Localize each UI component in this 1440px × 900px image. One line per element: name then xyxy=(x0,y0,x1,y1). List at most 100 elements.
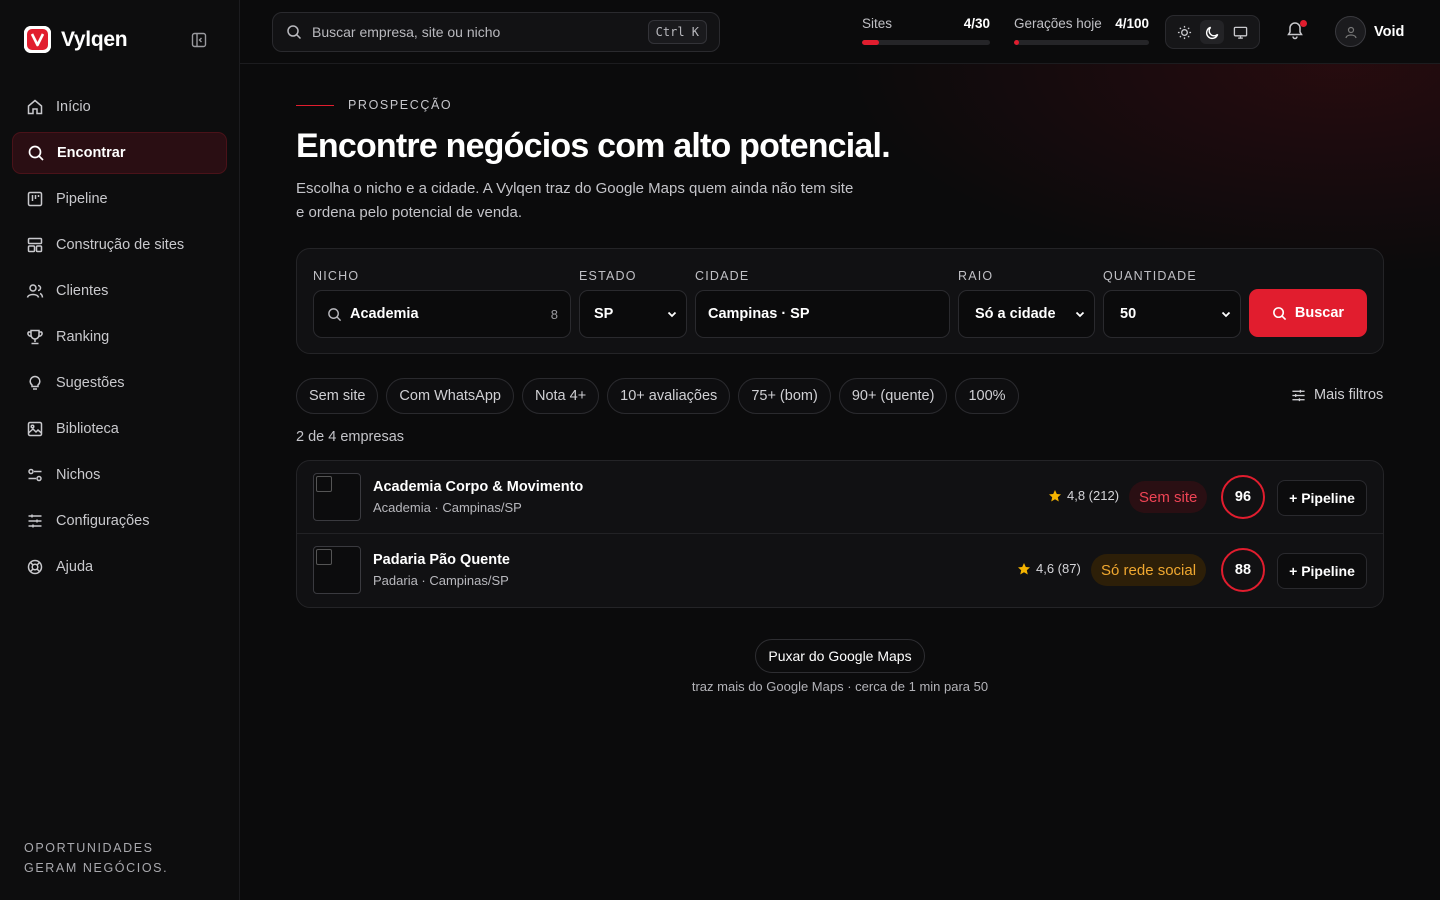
nicho-value: Academia xyxy=(350,306,419,322)
sidebar-item-label: Configurações xyxy=(56,513,150,529)
lightbulb-icon xyxy=(29,375,41,390)
cidade-label: CIDADE xyxy=(695,269,750,283)
sliders-icon xyxy=(28,468,42,482)
nicho-count: 8 xyxy=(550,306,558,322)
business-rating: 4,6 (87) xyxy=(1017,561,1081,576)
estado-select[interactable]: SP xyxy=(579,290,687,338)
sidebar-item-clientes[interactable]: Clientes xyxy=(12,270,227,312)
brand[interactable]: Vylqen xyxy=(24,26,128,53)
chevron-down-icon xyxy=(1075,311,1085,318)
sidebar-item-nichos[interactable]: Nichos xyxy=(12,454,227,496)
sidebar-item-ajuda[interactable]: Ajuda xyxy=(12,546,227,588)
business-name: Padaria Pão Quente xyxy=(373,552,510,568)
sidebar-item-label: Ranking xyxy=(56,329,110,345)
user-name: Void xyxy=(1374,23,1405,40)
avatar xyxy=(1335,16,1366,47)
raio-label: RAIO xyxy=(958,269,994,283)
chip-10-avaliacoes[interactable]: 10+ avaliações xyxy=(607,378,731,414)
chip-75-bom[interactable]: 75+ (bom) xyxy=(738,378,831,414)
geracoes-value: 4/100 xyxy=(1115,16,1149,31)
notifications-bell-icon[interactable] xyxy=(1285,20,1307,42)
raio-select[interactable]: Só a cidade xyxy=(958,290,1095,338)
list-item[interactable]: Padaria Pão Quente Padaria · Campinas/SP… xyxy=(297,534,1383,607)
sidebar: Vylqen Início Encontrar Pipeline Constru… xyxy=(0,0,240,900)
sun-icon[interactable] xyxy=(1172,20,1196,44)
chevron-down-icon xyxy=(1221,311,1231,318)
kanban-icon xyxy=(27,191,43,207)
status-badge: Só rede social xyxy=(1091,554,1207,586)
nicho-label: NICHO xyxy=(313,269,360,283)
chip-com-whatsapp[interactable]: Com WhatsApp xyxy=(386,378,514,414)
search-input[interactable] xyxy=(312,24,632,40)
settings-sliders-icon xyxy=(28,514,42,528)
result-count: 2 de 4 empresas xyxy=(296,429,405,445)
search-icon xyxy=(1272,306,1287,320)
sidebar-item-construcao[interactable]: Construção de sites xyxy=(12,224,227,266)
quick-filters: Sem site Com WhatsApp Nota 4+ 10+ avalia… xyxy=(296,378,1019,414)
sidebar-item-biblioteca[interactable]: Biblioteca xyxy=(12,408,227,450)
eyebrow-text: PROSPECÇÃO xyxy=(348,98,453,112)
eyebrow: PROSPECÇÃO xyxy=(296,98,452,112)
sidebar-item-encontrar[interactable]: Encontrar xyxy=(12,132,227,174)
sidebar-item-label: Início xyxy=(56,99,91,115)
users-icon xyxy=(26,284,44,298)
sidebar-item-pipeline[interactable]: Pipeline xyxy=(12,178,227,220)
theme-switch xyxy=(1165,15,1260,49)
estado-label: ESTADO xyxy=(579,269,637,283)
notification-dot xyxy=(1300,20,1307,27)
sidebar-item-ranking[interactable]: Ranking xyxy=(12,316,227,358)
image-icon xyxy=(27,421,43,437)
global-search[interactable]: Ctrl K xyxy=(272,12,720,52)
eyebrow-line xyxy=(296,104,334,106)
sidebar-item-configuracoes[interactable]: Configurações xyxy=(12,500,227,542)
chip-100[interactable]: 100% xyxy=(955,378,1019,414)
topbar: Ctrl K Sites 4/30 Gerações hoje 4/100 xyxy=(240,0,1440,64)
buscar-label: Buscar xyxy=(1294,305,1345,321)
sidebar-item-label: Pipeline xyxy=(56,191,108,207)
monitor-icon[interactable] xyxy=(1229,20,1253,44)
add-pipeline-button[interactable]: + Pipeline xyxy=(1277,480,1367,516)
sidebar-item-label: Sugestões xyxy=(56,375,125,391)
trophy-icon xyxy=(27,329,43,345)
chip-nota-4[interactable]: Nota 4+ xyxy=(521,378,600,414)
more-filters-button[interactable]: Mais filtros xyxy=(1291,387,1383,403)
sidebar-item-label: Ajuda xyxy=(56,559,94,575)
brand-name: Vylqen xyxy=(61,27,128,51)
sidebar-item-label: Clientes xyxy=(56,283,109,299)
geracoes-progress xyxy=(1014,40,1149,45)
chip-sem-site[interactable]: Sem site xyxy=(296,378,379,414)
add-pipeline-button[interactable]: + Pipeline xyxy=(1277,553,1367,589)
cidade-input[interactable]: Campinas · SP xyxy=(695,290,950,338)
pull-google-maps-button[interactable]: Puxar do Google Maps xyxy=(755,639,925,673)
search-filters-card: NICHO Academia 8 ESTADO SP CIDADE Campin… xyxy=(296,248,1384,354)
maps-hint: traz mais do Google Maps · cerca de 1 mi… xyxy=(691,679,989,694)
quantidade-select[interactable]: 50 xyxy=(1103,290,1241,338)
help-icon xyxy=(27,559,43,575)
sidebar-collapse-icon[interactable] xyxy=(189,30,209,50)
sidebar-item-label: Biblioteca xyxy=(56,421,119,437)
logo-icon xyxy=(24,26,51,53)
list-item[interactable]: Academia Corpo & Movimento Academia · Ca… xyxy=(297,461,1383,534)
sidebar-item-label: Nichos xyxy=(56,467,101,483)
sites-progress-fill xyxy=(862,40,880,45)
subtitle-line-2: e ordena pelo potencial de venda. xyxy=(296,204,523,221)
home-icon xyxy=(27,99,43,115)
estado-value: SP xyxy=(594,306,614,322)
sidebar-item-inicio[interactable]: Início xyxy=(12,86,227,128)
sites-progress xyxy=(862,40,990,45)
nicho-input[interactable]: Academia 8 xyxy=(313,290,571,338)
moon-icon[interactable] xyxy=(1200,20,1225,44)
business-thumbnail xyxy=(313,546,361,594)
score-badge: 96 xyxy=(1221,475,1265,519)
star-icon xyxy=(1049,489,1061,501)
sidebar-item-sugestoes[interactable]: Sugestões xyxy=(12,362,227,404)
buscar-button[interactable]: Buscar xyxy=(1249,289,1367,337)
star-icon xyxy=(1018,562,1030,574)
chevron-down-icon xyxy=(667,311,677,318)
business-rating: 4,8 (212) xyxy=(1048,488,1119,503)
user-menu[interactable]: Void xyxy=(1335,16,1404,47)
tagline-line-1: OPORTUNIDADES xyxy=(24,841,154,855)
status-badge: Sem site xyxy=(1129,481,1208,513)
search-shortcut: Ctrl K xyxy=(647,20,707,44)
chip-90-quente[interactable]: 90+ (quente) xyxy=(838,378,948,414)
